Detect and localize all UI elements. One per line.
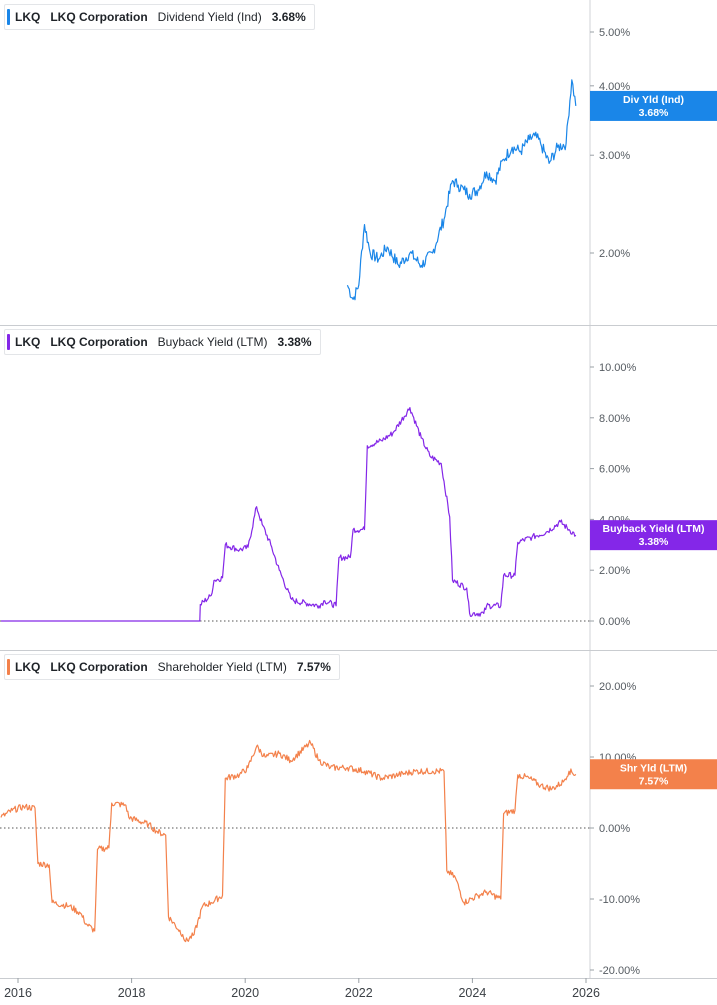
legend-company: LKQ Corporation: [50, 335, 148, 349]
chart-plots: 2.00%3.00%4.00%5.00%Div Yld (Ind)3.68%0.…: [0, 27, 717, 977]
legend-company: LKQ Corporation: [50, 10, 148, 24]
panel-1: 2.00%3.00%4.00%5.00%Div Yld (Ind)3.68%: [346, 27, 717, 301]
x-tick-label: 2016: [4, 986, 32, 1000]
legend-color-marker: [7, 659, 10, 675]
y-tick-label: -20.00%: [599, 965, 640, 977]
panel-legend: LKQ LKQ Corporation Shareholder Yield (LTM…: [4, 654, 340, 680]
value-badge-value: 3.38%: [639, 536, 669, 548]
yield-charts: 2.00%3.00%4.00%5.00%Div Yld (Ind)3.68%0.…: [0, 0, 717, 1000]
y-tick-label: 3.00%: [599, 150, 630, 162]
legend-company: LKQ Corporation: [50, 660, 148, 674]
legend-metric: Buyback Yield (LTM): [157, 335, 268, 349]
legend-metric: Shareholder Yield (LTM): [157, 660, 287, 674]
panel-legend: LKQ LKQ Corporation Buyback Yield (LTM) 3.3…: [4, 329, 321, 355]
value-badge-label: Shr Yld (LTM): [620, 762, 687, 774]
value-badge-label: Div Yld (Ind): [623, 94, 684, 106]
y-tick-label: 8.00%: [599, 413, 630, 425]
legend-ticker: LKQ: [15, 10, 41, 24]
x-tick-label: 2026: [572, 986, 600, 1000]
y-tick-label: 6.00%: [599, 464, 630, 476]
y-tick-label: 20.00%: [599, 681, 637, 693]
y-tick-label: 2.00%: [599, 248, 630, 260]
value-badge-label: Buyback Yield (LTM): [603, 523, 705, 535]
x-tick-label: 2024: [458, 986, 486, 1000]
legend-metric: Dividend Yield (Ind): [157, 10, 262, 24]
y-tick-label: 10.00%: [599, 362, 637, 374]
y-tick-label: 0.00%: [599, 616, 630, 628]
series-line: [1, 407, 577, 622]
y-tick-label: -10.00%: [599, 894, 640, 906]
legend-ticker: LKQ: [15, 660, 41, 674]
panel-2: 0.00%2.00%4.00%6.00%8.00%10.00%Buyback Y…: [0, 362, 717, 628]
legend-value: 7.57%: [296, 660, 331, 674]
panel-3: -20.00%-10.00%0.00%10.00%20.00%Shr Yld (…: [0, 681, 717, 977]
legend-ticker: LKQ: [15, 335, 41, 349]
legend-color-marker: [7, 9, 10, 25]
x-tick-label: 2022: [345, 986, 373, 1000]
series-line: [346, 79, 577, 301]
panel-legend: LKQ LKQ Corporation Dividend Yield (Ind) 3.…: [4, 4, 315, 30]
y-tick-label: 2.00%: [599, 565, 630, 577]
x-tick-label: 2020: [231, 986, 259, 1000]
series-line: [0, 739, 577, 943]
y-tick-label: 0.00%: [599, 823, 630, 835]
x-axis: 2016 2018 2020 2022 2024 2026: [4, 978, 600, 1000]
legend-color-marker: [7, 334, 10, 350]
value-badge-value: 7.57%: [639, 775, 669, 787]
legend-value: 3.68%: [271, 10, 306, 24]
y-tick-label: 5.00%: [599, 27, 630, 39]
x-tick-label: 2018: [118, 986, 146, 1000]
legend-value: 3.38%: [277, 335, 312, 349]
value-badge-value: 3.68%: [639, 107, 669, 119]
